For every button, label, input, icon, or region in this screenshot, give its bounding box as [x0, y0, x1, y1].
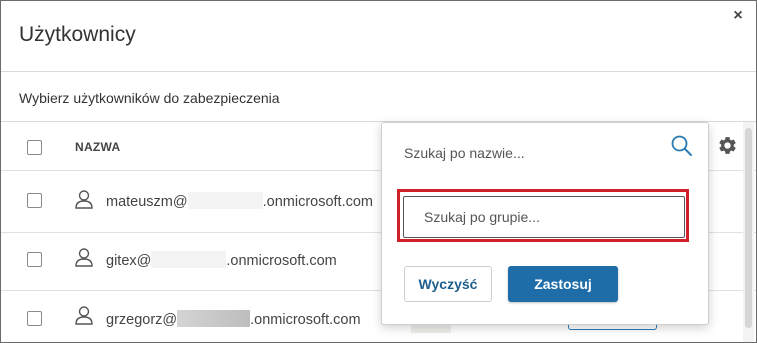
redacted-mask	[177, 310, 251, 327]
scrollbar[interactable]	[743, 122, 754, 342]
search-icon[interactable]	[670, 134, 694, 158]
column-header-name: NAZWA	[75, 140, 121, 154]
user-icon	[75, 248, 93, 267]
select-all-checkbox[interactable]	[27, 140, 42, 155]
email-domain: .onmicrosoft.com	[226, 253, 337, 269]
users-dialog: Użytkownicy × Wybierz użytkowników do za…	[0, 0, 757, 343]
user-email: grzegorz@ .onmicrosoft.com	[106, 310, 361, 328]
user-email: gitex@ .onmicrosoft.com	[106, 251, 337, 269]
row-checkbox[interactable]	[27, 193, 42, 208]
email-domain: .onmicrosoft.com	[250, 312, 361, 328]
filter-popup: Wyczyść Zastosuj	[381, 122, 709, 325]
email-domain: .onmicrosoft.com	[262, 194, 374, 210]
row-checkbox[interactable]	[27, 252, 42, 267]
user-icon	[75, 306, 93, 325]
group-search-input[interactable]	[403, 196, 685, 238]
user-email: mateuszm@ .onmicrosoft.com	[106, 192, 373, 210]
clear-button[interactable]: Wyczyść	[404, 266, 492, 302]
header-divider	[1, 71, 756, 72]
email-user: grzegorz@	[106, 312, 178, 328]
email-user: gitex@	[106, 253, 152, 269]
scrollbar-thumb[interactable]	[745, 128, 752, 328]
redacted-mask	[151, 251, 227, 268]
name-search-input[interactable]	[402, 141, 666, 165]
dialog-title: Użytkownicy	[19, 23, 136, 46]
close-icon: ×	[733, 7, 743, 24]
dialog-header: Użytkownicy ×	[1, 1, 756, 71]
row-checkbox[interactable]	[27, 311, 42, 326]
user-icon	[75, 190, 93, 209]
redacted-mask	[187, 192, 263, 209]
email-user: mateuszm@	[106, 194, 188, 210]
dialog-subtitle: Wybierz użytkowników do zabezpieczenia	[19, 90, 280, 106]
close-button[interactable]: ×	[728, 6, 748, 26]
apply-button[interactable]: Zastosuj	[508, 266, 618, 302]
gear-icon[interactable]	[717, 135, 738, 156]
